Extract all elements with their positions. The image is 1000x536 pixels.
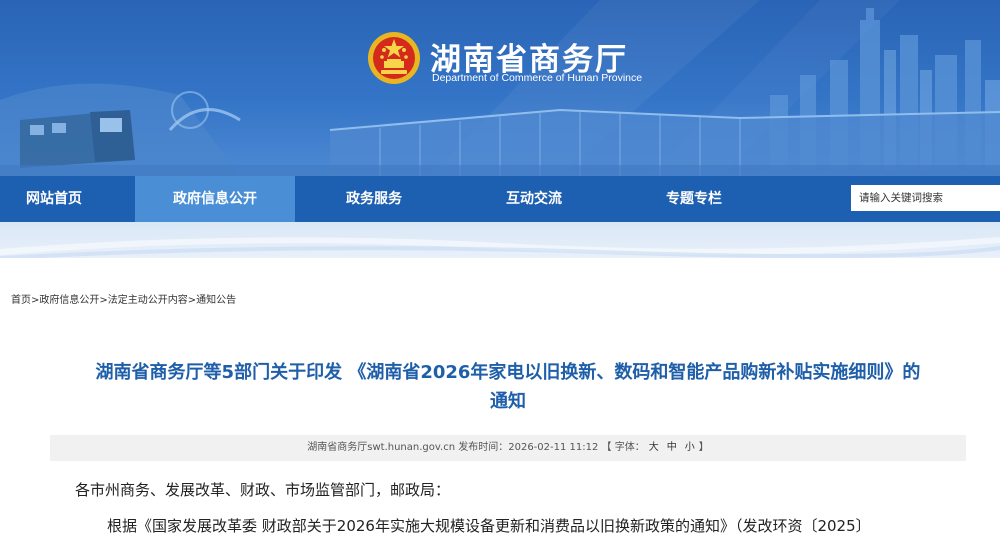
article-title-line2: 通知 xyxy=(490,391,526,412)
meta-published-label: 发布时间： xyxy=(458,442,509,453)
decorative-band xyxy=(0,222,1000,258)
main-nav: 网站首页 政府信息公开 政务服务 互动交流 专题专栏 xyxy=(0,176,1000,222)
breadcrumb: 首页>政府信息公开>法定主动公开内容>通知公告 xyxy=(11,291,236,306)
font-size-small-button[interactable]: 小 xyxy=(681,442,699,453)
nav-item-home[interactable]: 网站首页 xyxy=(0,176,108,222)
meta-published: 2026-02-11 11:12 xyxy=(508,442,599,453)
meta-source: 湖南省商务厅swt.hunan.gov.cn xyxy=(307,442,456,453)
national-emblem-icon xyxy=(368,32,420,84)
breadcrumb-separator: > xyxy=(99,295,108,306)
article-paragraph-body: 根据《国家发展改革委 财政部关于2026年实施大规模设备更新和消费品以旧换新政策… xyxy=(107,517,871,535)
meta-font-close: 】 xyxy=(698,442,709,453)
site-subtitle: Department of Commerce of Hunan Province xyxy=(432,72,643,84)
breadcrumb-gov-info[interactable]: 政府信息公开 xyxy=(39,295,99,306)
meta-font-label: 【 字体： xyxy=(601,442,645,453)
city-skyline-illustration xyxy=(0,0,1000,176)
header-banner: 湖南省商务厅 Department of Commerce of Hunan P… xyxy=(0,0,1000,176)
breadcrumb-home[interactable]: 首页 xyxy=(11,295,31,306)
breadcrumb-notices[interactable]: 通知公告 xyxy=(196,295,236,306)
nav-item-services[interactable]: 政务服务 xyxy=(320,176,428,222)
font-size-large-button[interactable]: 大 xyxy=(645,442,663,453)
breadcrumb-statutory-content[interactable]: 法定主动公开内容 xyxy=(108,295,188,306)
band-pattern xyxy=(0,237,1000,258)
article-paragraph-salutation: 各市州商务、发展改革、财政、市场监管部门，邮政局： xyxy=(75,481,451,499)
article-title: 湖南省商务厅等5部门关于印发 《湖南省2026年家电以旧换新、数码和智能产品购新… xyxy=(50,358,966,416)
nav-item-topics[interactable]: 专题专栏 xyxy=(640,176,748,222)
article-title-line1: 湖南省商务厅等5部门关于印发 《湖南省2026年家电以旧换新、数码和智能产品购新… xyxy=(95,362,921,383)
article-meta: 湖南省商务厅swt.hunan.gov.cn 发布时间：2026-02-11 1… xyxy=(50,435,966,461)
nav-item-gov-info[interactable]: 政府信息公开 xyxy=(135,176,295,222)
font-size-medium-button[interactable]: 中 xyxy=(663,442,681,453)
nav-item-interaction[interactable]: 互动交流 xyxy=(480,176,588,222)
breadcrumb-separator: > xyxy=(187,295,197,306)
search-input[interactable] xyxy=(851,185,1000,211)
